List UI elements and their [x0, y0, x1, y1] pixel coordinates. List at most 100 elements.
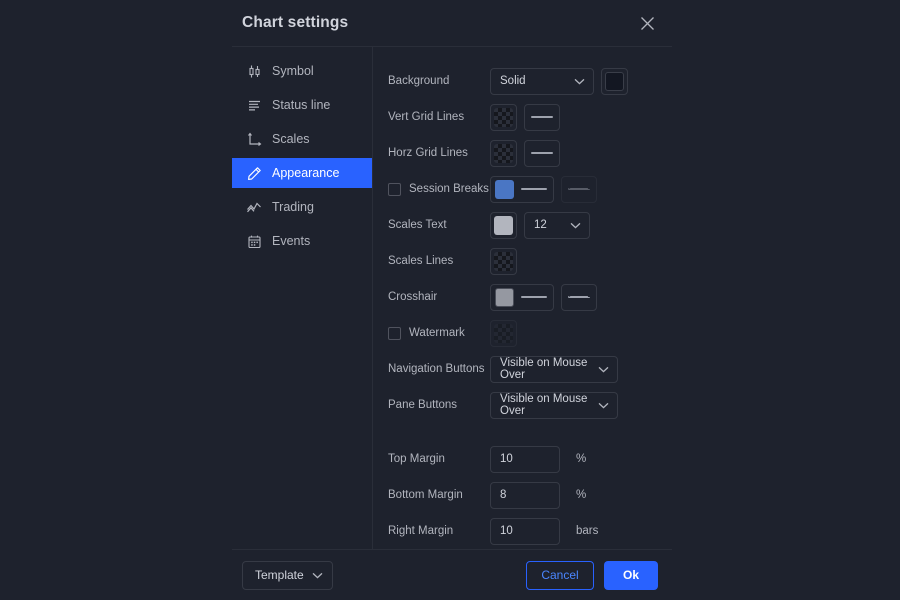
watermark-label: Watermark	[409, 327, 465, 339]
row-horz-grid-lines: Horz Grid Lines	[388, 135, 672, 171]
watermark-checkbox[interactable]	[388, 326, 401, 340]
footer-actions: Cancel Ok	[526, 560, 658, 590]
chevron-down-icon	[598, 366, 609, 373]
navigation-buttons-value: Visible on Mouse Over	[500, 357, 588, 381]
color-chip	[495, 179, 514, 199]
color-chip	[605, 71, 624, 91]
scales-lines-label: Scales Lines	[388, 255, 454, 267]
session-breaks-label-group: Session Breaks	[388, 182, 490, 196]
sidebar-item-trading[interactable]: Trading	[232, 192, 372, 222]
chevron-down-icon	[598, 402, 609, 409]
scales-lines-color-swatch[interactable]	[490, 247, 517, 275]
candlestick-icon	[246, 63, 262, 79]
pane-buttons-value: Visible on Mouse Over	[500, 393, 588, 417]
row-navigation-buttons: Navigation Buttons Visible on Mouse Over	[388, 351, 672, 387]
horz-grid-color-swatch[interactable]	[490, 139, 517, 167]
bottom-margin-unit: %	[576, 489, 587, 501]
color-chip	[495, 287, 514, 307]
chevron-down-icon	[574, 78, 585, 85]
right-margin-input[interactable]: 10	[490, 517, 560, 545]
sidebar-item-label: Symbol	[272, 63, 314, 78]
sidebar-item-events[interactable]: Events	[232, 226, 372, 256]
solid-line-icon	[519, 288, 549, 307]
transparent-checker-chip	[494, 323, 513, 343]
crosshair-color-line-button[interactable]	[490, 283, 554, 311]
scales-text-label: Scales Text	[388, 219, 447, 231]
top-margin-input[interactable]: 10	[490, 445, 560, 473]
status-lines-icon	[246, 97, 262, 113]
crosshair-dash-style-button[interactable]	[561, 283, 597, 311]
background-type-select[interactable]: Solid	[490, 67, 594, 95]
right-margin-unit: bars	[576, 525, 599, 537]
navigation-buttons-select[interactable]: Visible on Mouse Over	[490, 355, 618, 383]
transparent-checker-chip	[494, 251, 513, 271]
row-top-margin: Top Margin 10 %	[388, 441, 672, 477]
row-background: Background Solid	[388, 63, 672, 99]
horz-grid-line-style-button[interactable]	[524, 139, 560, 167]
dashed-line-icon	[567, 180, 591, 199]
dialog-footer: Template Cancel Ok	[232, 549, 672, 600]
vert-grid-color-swatch[interactable]	[490, 103, 517, 131]
zigzag-icon	[246, 199, 262, 215]
scales-text-color-swatch[interactable]	[490, 211, 517, 239]
sidebar: Symbol Status line Scales Appearance Tra…	[232, 47, 373, 549]
crosshair-label: Crosshair	[388, 291, 438, 303]
row-vert-grid-lines: Vert Grid Lines	[388, 99, 672, 135]
close-icon[interactable]	[636, 12, 658, 34]
dashed-line-icon	[567, 288, 591, 307]
vert-grid-lines-label: Vert Grid Lines	[388, 111, 465, 123]
background-label: Background	[388, 75, 450, 87]
top-margin-unit: %	[576, 453, 587, 465]
page-title: Chart settings	[242, 14, 349, 31]
solid-line-icon	[530, 144, 554, 163]
sidebar-item-label: Status line	[272, 97, 331, 112]
chevron-down-icon	[570, 222, 581, 229]
vert-grid-line-style-button[interactable]	[524, 103, 560, 131]
chevron-down-icon	[312, 568, 323, 582]
sidebar-item-scales[interactable]: Scales	[232, 124, 372, 154]
font-size-value: 12	[534, 219, 547, 231]
template-dropdown-button[interactable]: Template	[242, 560, 333, 590]
dialog-body: Symbol Status line Scales Appearance Tra…	[232, 47, 672, 549]
row-session-breaks: Session Breaks	[388, 171, 672, 207]
solid-line-icon	[519, 180, 549, 199]
row-scales-lines: Scales Lines	[388, 243, 672, 279]
cancel-button[interactable]: Cancel	[526, 560, 594, 590]
sidebar-item-appearance[interactable]: Appearance	[232, 158, 372, 188]
navigation-buttons-label: Navigation Buttons	[388, 363, 485, 375]
background-color-swatch[interactable]	[601, 67, 628, 95]
row-scales-text: Scales Text 12	[388, 207, 672, 243]
ok-button[interactable]: Ok	[604, 560, 658, 590]
pane-buttons-select[interactable]: Visible on Mouse Over	[490, 391, 618, 419]
transparent-checker-chip	[494, 143, 513, 163]
row-crosshair: Crosshair	[388, 279, 672, 315]
scales-text-font-size-select[interactable]: 12	[524, 211, 590, 239]
right-margin-label: Right Margin	[388, 525, 454, 537]
row-bottom-margin: Bottom Margin 8 %	[388, 477, 672, 513]
watermark-color-swatch[interactable]	[490, 319, 517, 347]
chart-settings-dialog: Chart settings Symbol Status line Scales…	[232, 0, 672, 600]
row-right-margin: Right Margin 10 bars	[388, 513, 672, 549]
dialog-header: Chart settings	[232, 0, 672, 46]
appearance-form: Background Solid Vert Grid Lines Horz Gr…	[373, 47, 672, 549]
session-breaks-checkbox[interactable]	[388, 182, 401, 196]
horz-grid-lines-label: Horz Grid Lines	[388, 147, 468, 159]
bottom-margin-input[interactable]: 8	[490, 481, 560, 509]
session-breaks-dash-style-button[interactable]	[561, 175, 597, 203]
sidebar-item-label: Trading	[272, 199, 314, 214]
pane-buttons-label: Pane Buttons	[388, 399, 458, 411]
transparent-checker-chip	[494, 107, 513, 127]
sidebar-item-symbol[interactable]: Symbol	[232, 56, 372, 86]
sidebar-item-status-line[interactable]: Status line	[232, 90, 372, 120]
pencil-icon	[246, 165, 262, 181]
axes-icon	[246, 131, 262, 147]
session-breaks-color-line-button[interactable]	[490, 175, 554, 203]
top-margin-label: Top Margin	[388, 453, 445, 465]
background-type-value: Solid	[500, 75, 526, 87]
row-pane-buttons: Pane Buttons Visible on Mouse Over	[388, 387, 672, 423]
sidebar-item-label: Events	[272, 233, 311, 248]
row-watermark: Watermark	[388, 315, 672, 351]
watermark-label-group: Watermark	[388, 326, 490, 340]
color-chip	[494, 215, 513, 235]
